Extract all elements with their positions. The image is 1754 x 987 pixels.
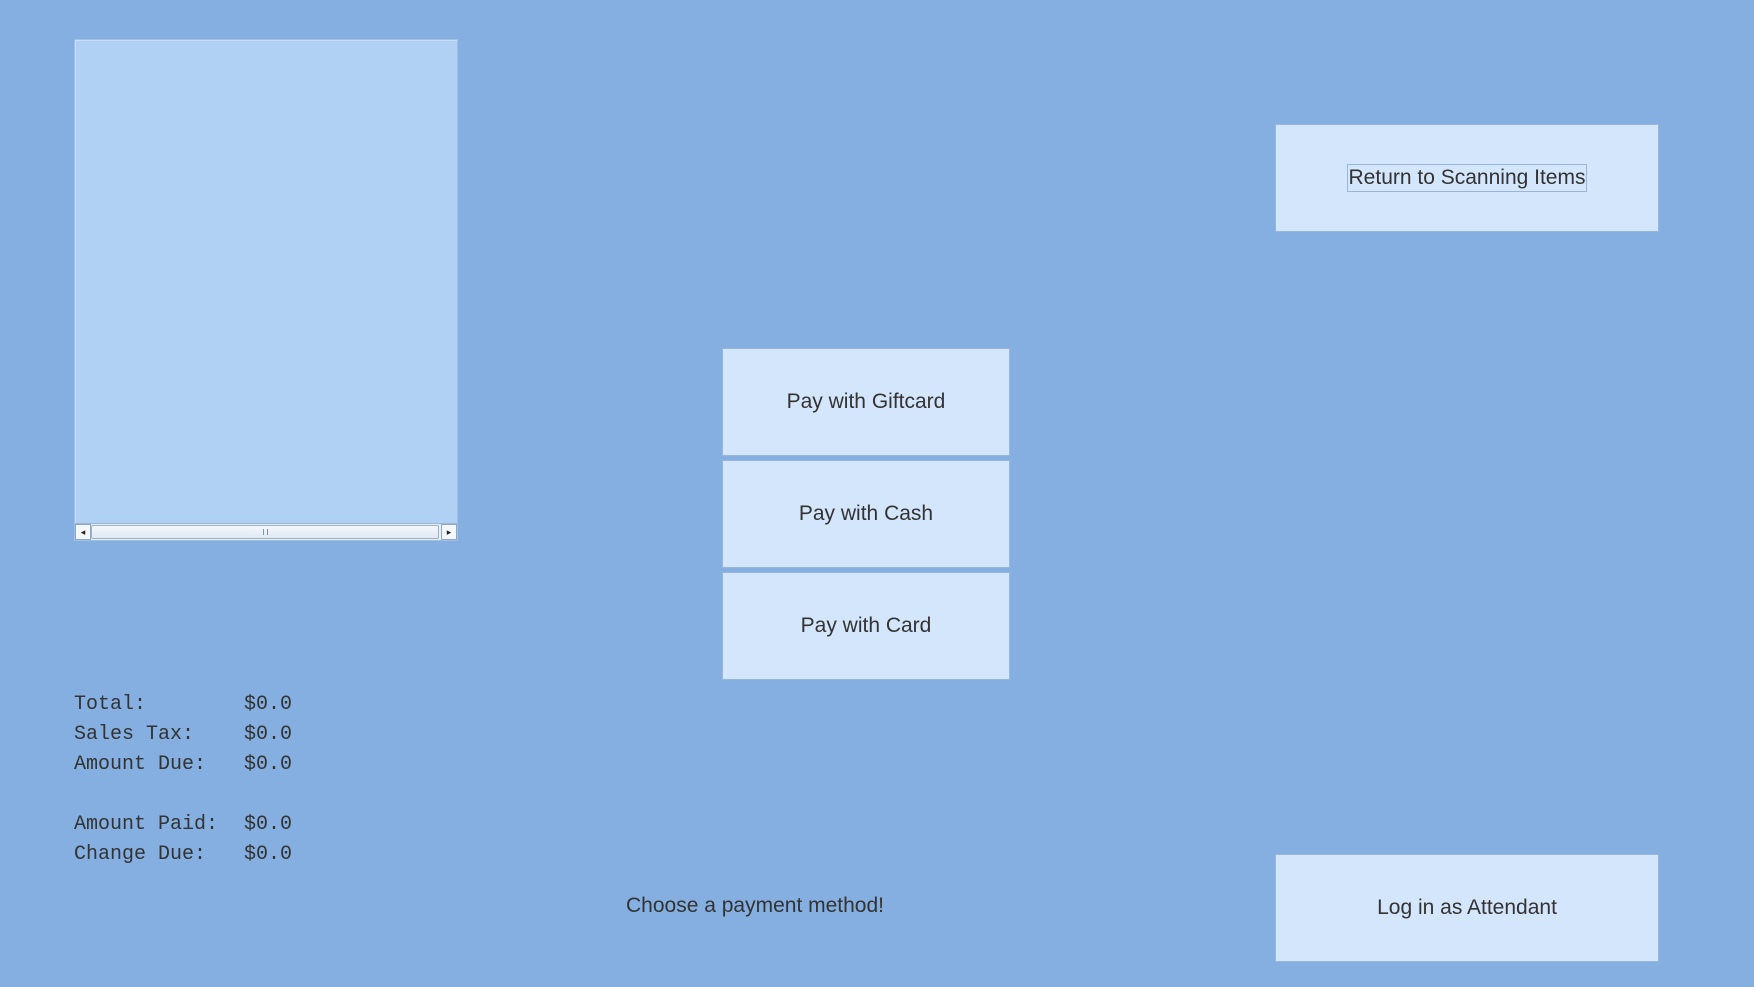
scroll-left-glyph: ◂ bbox=[80, 526, 86, 537]
amount-paid-row: Amount Paid: $0.0 bbox=[74, 810, 292, 840]
grip-icon bbox=[263, 529, 268, 535]
pay-with-card-button[interactable]: Pay with Card bbox=[722, 572, 1010, 680]
pay-with-giftcard-button[interactable]: Pay with Giftcard bbox=[722, 348, 1010, 456]
sales-tax-value: $0.0 bbox=[244, 723, 293, 746]
sales-tax-label: Sales Tax: bbox=[74, 723, 195, 746]
total-value: $0.0 bbox=[244, 693, 293, 716]
scroll-right-arrow-icon[interactable]: ▸ bbox=[441, 524, 457, 540]
change-due-row: Change Due: $0.0 bbox=[74, 840, 292, 870]
amount-due-label: Amount Due: bbox=[74, 753, 207, 776]
log-in-as-attendant-button[interactable]: Log in as Attendant bbox=[1275, 854, 1659, 962]
scanned-items-list-panel[interactable]: ◂ ▸ bbox=[74, 39, 458, 541]
pay-with-cash-button[interactable]: Pay with Cash bbox=[722, 460, 1010, 568]
amount-due-row: Amount Due: $0.0 bbox=[74, 750, 292, 780]
amount-paid-value: $0.0 bbox=[244, 813, 293, 836]
payment-status-message: Choose a payment method! bbox=[626, 894, 884, 917]
change-due-label: Change Due: bbox=[74, 843, 207, 866]
amount-paid-label: Amount Paid: bbox=[74, 813, 219, 836]
amount-due-value: $0.0 bbox=[244, 753, 293, 776]
horizontal-scrollbar[interactable]: ◂ ▸ bbox=[75, 523, 457, 540]
return-to-scanning-label: Return to Scanning Items bbox=[1346, 164, 1588, 192]
scroll-left-arrow-icon[interactable]: ◂ bbox=[75, 524, 91, 540]
scrollbar-thumb[interactable] bbox=[91, 525, 439, 539]
scanned-items-list[interactable] bbox=[75, 40, 457, 522]
totals-summary: Total: $0.0 Sales Tax: $0.0 Amount Due: $0.… bbox=[74, 690, 292, 870]
total-row: Total: $0.0 bbox=[74, 690, 292, 720]
totals-spacer bbox=[74, 780, 292, 810]
total-label: Total: bbox=[74, 693, 147, 716]
scroll-right-glyph: ▸ bbox=[446, 526, 452, 537]
sales-tax-row: Sales Tax: $0.0 bbox=[74, 720, 292, 750]
change-due-value: $0.0 bbox=[244, 843, 293, 866]
return-to-scanning-button[interactable]: Return to Scanning Items bbox=[1275, 124, 1659, 232]
